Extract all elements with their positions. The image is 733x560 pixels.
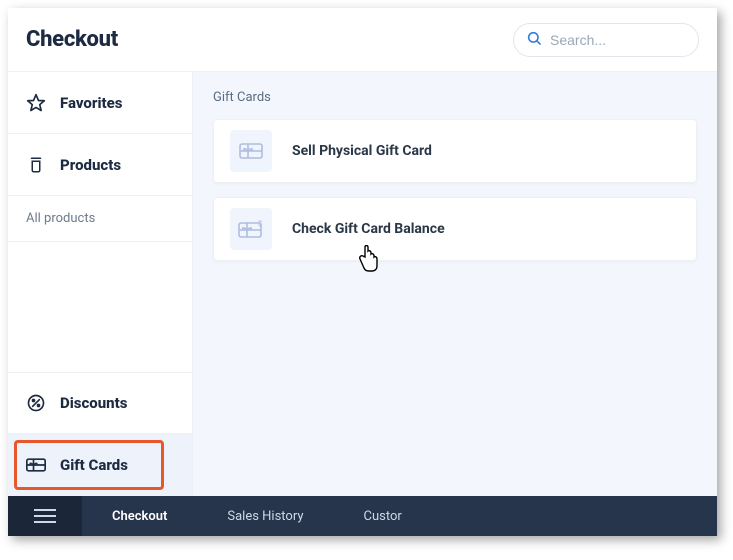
nav-label: Sales History bbox=[227, 509, 303, 524]
hamburger-icon bbox=[34, 509, 56, 523]
card-sell-physical-gift-card[interactable]: Sell Physical Gift Card bbox=[213, 119, 697, 183]
search-input[interactable] bbox=[550, 32, 717, 48]
card-label: Check Gift Card Balance bbox=[292, 221, 445, 237]
nav-sales-history[interactable]: Sales History bbox=[197, 496, 333, 536]
nav-label: Custor bbox=[364, 509, 402, 524]
sidebar-item-discounts[interactable]: Discounts bbox=[8, 372, 192, 434]
sidebar-item-label: Gift Cards bbox=[60, 456, 128, 474]
nav-checkout[interactable]: Checkout bbox=[82, 496, 197, 536]
menu-button[interactable] bbox=[8, 496, 82, 536]
sidebar-item-label: Favorites bbox=[60, 94, 122, 112]
percent-icon bbox=[26, 393, 46, 413]
nav-customer[interactable]: Custor bbox=[334, 496, 432, 536]
bottom-nav: Checkout Sales History Custor bbox=[8, 496, 717, 536]
star-icon bbox=[26, 93, 46, 113]
sidebar-item-label: Products bbox=[60, 156, 121, 174]
header: Checkout bbox=[8, 8, 717, 72]
sidebar-item-gift-cards[interactable]: Gift Cards bbox=[8, 434, 192, 496]
section-title: Gift Cards bbox=[213, 90, 697, 105]
jar-icon bbox=[26, 155, 46, 175]
search-box[interactable] bbox=[513, 23, 699, 57]
sidebar-item-all-products[interactable]: All products bbox=[8, 196, 192, 242]
gift-card-icon bbox=[230, 130, 272, 172]
card-check-gift-card-balance[interactable]: $ Check Gift Card Balance bbox=[213, 197, 697, 261]
sidebar-item-products[interactable]: Products bbox=[8, 134, 192, 196]
search-icon bbox=[526, 30, 542, 50]
sidebar-item-favorites[interactable]: Favorites bbox=[8, 72, 192, 134]
card-label: Sell Physical Gift Card bbox=[292, 143, 432, 159]
gift-card-balance-icon: $ bbox=[230, 208, 272, 250]
sidebar-item-label: Discounts bbox=[60, 394, 127, 412]
svg-text:$: $ bbox=[258, 220, 262, 228]
main-content: Gift Cards Sell Physical Gift Card bbox=[193, 72, 717, 496]
sidebar-item-label: All products bbox=[26, 211, 95, 226]
nav-label: Checkout bbox=[112, 509, 167, 524]
sidebar: Favorites Products All products bbox=[8, 72, 193, 496]
page-title: Checkout bbox=[26, 27, 118, 52]
gift-card-icon bbox=[26, 455, 46, 475]
